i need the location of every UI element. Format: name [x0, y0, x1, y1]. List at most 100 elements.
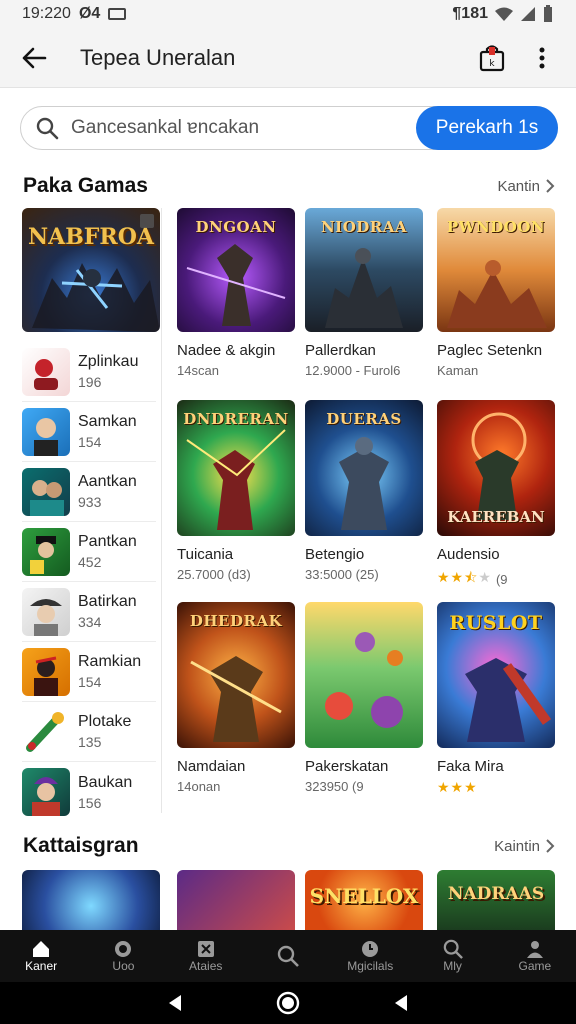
card-subtitle: 14onan — [177, 779, 221, 794]
see-all-link[interactable]: Kantin — [497, 178, 555, 195]
app-bar: Tepea Uneralan k — [0, 28, 576, 88]
list-item-sub: 135 — [78, 734, 102, 750]
game-card[interactable]: DNGOAN Nadee & akgin 14scan — [177, 208, 295, 378]
game-card[interactable]: DNDRERAN Tuicania 25.7000 (d3) — [177, 400, 295, 582]
list-item[interactable]: Aantkan 933 — [22, 462, 156, 522]
art-title: RUSLOT — [449, 612, 543, 634]
bottom-navigation: Kaner Uoo Ataies Mgicilals Mly Game — [0, 930, 576, 982]
section-header-categories: Kattaisgran Kaintin — [23, 834, 555, 858]
nav-item-activity[interactable]: Mgicilals — [329, 930, 411, 982]
card-subtitle: Kaman — [437, 363, 479, 378]
back-arrow-icon[interactable] — [18, 42, 50, 74]
featured-game-card[interactable]: NABFROA — [22, 208, 160, 332]
game-art: DNGOAN — [177, 208, 295, 332]
game-art: DNDRERAN — [177, 400, 295, 536]
game-thumbnail — [22, 527, 70, 576]
list-item-sub: 154 — [78, 674, 102, 690]
game-card[interactable]: KAEREBAN Audensio ★★⯪★ (9 — [437, 400, 555, 591]
game-thumbnail — [22, 407, 70, 456]
card-title: Paglec Setenkn — [437, 342, 543, 359]
art-title: PWNDOON — [446, 218, 546, 236]
category-card[interactable]: NADRAAS — [437, 870, 555, 930]
search-icon — [36, 117, 59, 140]
card-title: Namdaian — [177, 758, 246, 775]
game-art: KAEREBAN — [437, 400, 555, 536]
nav-item-badge[interactable]: Uoo — [82, 930, 164, 982]
home-circle-icon[interactable] — [276, 991, 300, 1015]
list-item-name: Baukan — [78, 773, 133, 791]
category-card[interactable]: SNELLOX — [305, 870, 423, 930]
back-triangle-icon[interactable] — [165, 993, 185, 1013]
art-title: KAEREBAN — [447, 508, 545, 526]
game-card[interactable]: DHEDRAK Namdaian 14onan — [177, 602, 295, 794]
nav-item-home[interactable]: Kaner — [0, 930, 82, 982]
art-title: DHEDRAK — [189, 612, 283, 630]
rating-row: ★★⯪★ (9 — [437, 563, 555, 591]
game-card[interactable]: PWNDOON Paglec Setenkn Kaman — [437, 208, 555, 378]
art-title: DNGOAN — [195, 218, 277, 236]
chevron-right-icon — [546, 179, 555, 193]
svg-text:k: k — [489, 59, 495, 69]
star-rating: ★★★ — [437, 779, 478, 795]
nav-item-game[interactable]: Game — [494, 930, 576, 982]
game-thumbnail — [22, 467, 70, 516]
art-title: DNDRERAN — [183, 410, 289, 428]
search-button[interactable]: Perekarh 1s — [416, 106, 558, 150]
list-item-name: Batirkan — [78, 593, 137, 610]
list-item-name: Ramkian — [78, 653, 142, 670]
game-card[interactable]: NIODRAA Pallerdkan 12.9000 - Furol6 — [305, 208, 423, 378]
card-title: Nadee & akgin — [177, 342, 276, 359]
list-item-name: Aantkan — [78, 473, 137, 490]
category-row: SNELLOX NADRAAS — [22, 870, 576, 930]
see-all-label: Kaintin — [494, 837, 540, 855]
section-title: Kattaisgran — [23, 834, 139, 857]
nav-label: Kaner — [25, 959, 58, 973]
side-list: NABFROA Zplinkau 196 Samkan 154 Aantkan … — [22, 208, 162, 816]
game-card[interactable]: DUERAS Betengio 33:5000 (25) — [305, 400, 423, 582]
wifi-icon — [495, 7, 513, 21]
nav-item-my[interactable]: Mly — [411, 930, 493, 982]
list-item[interactable]: Plotake 135 — [22, 702, 156, 762]
nav-item-search[interactable] — [247, 930, 329, 982]
see-all-link[interactable]: Kaintin — [494, 838, 555, 855]
category-card[interactable] — [177, 870, 295, 930]
game-thumbnail — [22, 647, 70, 696]
shopping-bag-icon[interactable]: k — [476, 42, 508, 74]
section-title: Paka Gamas — [23, 174, 148, 197]
nav-label: Mgicilals — [347, 959, 394, 973]
list-item-sub: 154 — [78, 434, 102, 450]
menu-badge-icon[interactable] — [140, 214, 154, 228]
list-item[interactable]: Baukan 156 — [22, 762, 156, 822]
category-card[interactable] — [22, 870, 160, 930]
list-item[interactable]: Ramkian 154 — [22, 642, 156, 702]
card-title: Betengio — [305, 546, 365, 563]
list-item[interactable]: Samkan 154 — [22, 402, 156, 462]
search-bar[interactable]: Gancesankal ɐncakan Perekarh 1s — [20, 106, 558, 150]
list-item-name: Samkan — [78, 413, 137, 430]
status-time: 19:220 — [22, 5, 71, 22]
category-art — [177, 870, 295, 930]
list-item-sub: 334 — [78, 614, 102, 630]
nav-label: Ataies — [189, 959, 223, 973]
recents-triangle-icon[interactable] — [391, 993, 411, 1013]
card-subtitle: 323950 (9 — [305, 779, 364, 794]
category-art — [22, 870, 160, 930]
person-icon — [526, 941, 543, 958]
list-item-sub: 452 — [78, 554, 102, 570]
card-title: Faka Mira — [437, 758, 504, 775]
search-input[interactable]: Gancesankal ɐncakan — [71, 117, 416, 139]
art-title: DUERAS — [326, 410, 402, 428]
see-all-label: Kantin — [497, 177, 540, 195]
game-card[interactable]: Pakerskatan 323950 (9 — [305, 602, 423, 794]
more-vert-icon[interactable] — [526, 42, 558, 74]
list-item[interactable]: Batirkan 334 — [22, 582, 156, 642]
nav-item-apps[interactable]: Ataies — [165, 930, 247, 982]
search-icon — [443, 939, 463, 959]
clock-icon — [362, 941, 379, 957]
list-item-sub: 156 — [78, 794, 102, 811]
list-item[interactable]: Zplinkau 196 — [22, 342, 156, 402]
game-thumbnail — [22, 587, 70, 636]
game-thumbnail — [22, 707, 70, 756]
list-item[interactable]: Pantkan 452 — [22, 522, 156, 582]
game-card[interactable]: RUSLOT Faka Mira ★★★ — [437, 602, 555, 796]
